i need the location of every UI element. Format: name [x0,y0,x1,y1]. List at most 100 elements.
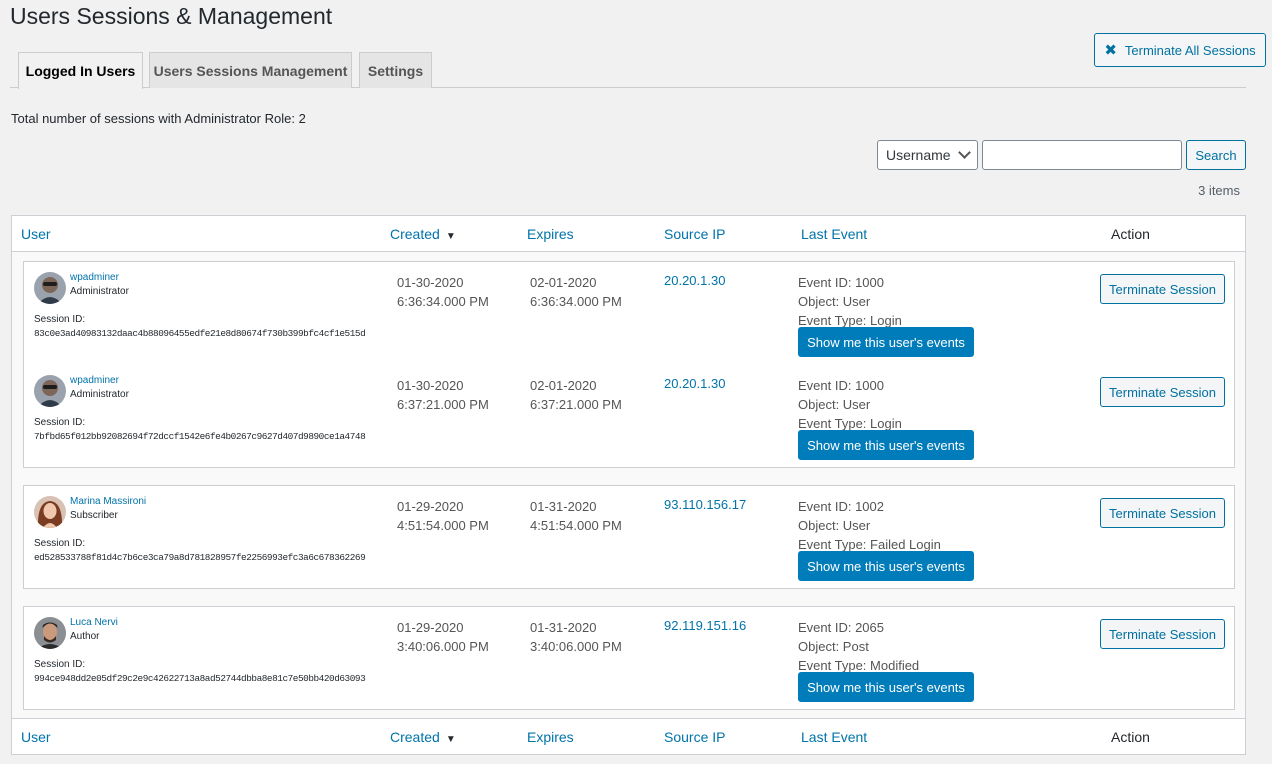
created-time: 4:51:54.000 PM [397,518,489,533]
show-user-events-button[interactable]: Show me this user's events [798,672,974,702]
summary-label: Total number of sessions with Administra… [11,111,295,126]
user-link[interactable]: wpadminer [70,272,119,283]
summary-count: 2 [298,111,306,126]
search-filter-select[interactable]: Username [877,140,978,170]
session-id: 994ce948dd2e05df29c2e9c42622713a8ad52744… [34,673,366,684]
source-ip-link[interactable]: 93.110.156.17 [664,497,746,512]
user-link[interactable]: Marina Massironi [70,496,146,507]
terminate-session-button[interactable]: Terminate Session [1100,498,1225,528]
session-summary: Total number of sessions with Administra… [11,111,306,126]
event-object: Object: User [798,397,871,412]
column-created[interactable]: Created ▼ [390,226,456,242]
user-role: Administrator [70,389,129,400]
expires-cell: 02-01-2020 6:37:21.000 PM [530,376,622,414]
expires-date: 02-01-2020 [530,275,597,290]
table-row: Luca Nervi Author Session ID: 994ce948dd… [24,607,1234,710]
sessions-table: User Created ▼ Expires Source IP Last Eve… [11,215,1246,755]
column-source-ip[interactable]: Source IP [664,226,725,242]
tab-bar: Logged In Users Users Sessions Managemen… [10,52,1246,89]
column-last-event[interactable]: Last Event [801,226,867,242]
created-cell: 01-30-2020 6:36:34.000 PM [397,273,489,311]
user-session-group: Luca Nervi Author Session ID: 994ce948dd… [23,606,1235,710]
source-ip-link[interactable]: 92.119.151.16 [664,618,746,633]
source-ip-link[interactable]: 20.20.1.30 [664,376,725,391]
show-user-events-button[interactable]: Show me this user's events [798,430,974,460]
show-user-events-button[interactable]: Show me this user's events [798,327,974,357]
event-id: Event ID: 1000 [798,378,884,393]
table-row: wpadminer Administrator Session ID: 7bfb… [24,365,1234,468]
column-action: Action [1111,729,1150,745]
user-session-group: wpadminer Administrator Session ID: 83c0… [23,261,1235,468]
column-user[interactable]: User [21,226,51,242]
expires-time: 6:36:34.000 PM [530,294,622,309]
last-event-cell: Event ID: 1000 Object: User Event Type: Lo… [798,376,902,433]
user-link[interactable]: wpadminer [70,375,119,386]
user-role: Administrator [70,286,129,297]
avatar [34,272,66,304]
column-user[interactable]: User [21,729,51,745]
session-id: 83c0e3ad40983132daac4b88096455edfe21e8d8… [34,328,366,339]
expires-time: 4:51:54.000 PM [530,518,622,533]
terminate-session-button[interactable]: Terminate Session [1100,274,1225,304]
search-button[interactable]: Search [1186,140,1246,170]
triangle-down-icon: ▼ [445,231,456,242]
column-last-event[interactable]: Last Event [801,729,867,745]
session-id-label: Session ID: [34,659,86,670]
created-cell: 01-29-2020 3:40:06.000 PM [397,618,489,656]
created-time: 3:40:06.000 PM [397,639,489,654]
last-event-cell: Event ID: 1000 Object: User Event Type: Lo… [798,273,902,330]
column-expires[interactable]: Expires [527,226,574,242]
last-event-cell: Event ID: 2065 Object: Post Event Type: Mo… [798,618,919,675]
column-created[interactable]: Created ▼ [390,729,456,745]
column-source-ip[interactable]: Source IP [664,729,725,745]
expires-date: 01-31-2020 [530,499,597,514]
expires-cell: 02-01-2020 6:36:34.000 PM [530,273,622,311]
avatar [34,496,66,528]
session-id: 7bfbd65f012bb92082694f72dccf1542e6fe4b02… [34,431,366,442]
user-link[interactable]: Luca Nervi [70,617,118,628]
terminate-session-button[interactable]: Terminate Session [1100,619,1225,649]
tab-logged-in-users[interactable]: Logged In Users [18,52,143,89]
event-id: Event ID: 2065 [798,620,884,635]
terminate-session-button[interactable]: Terminate Session [1100,377,1225,407]
session-id-label: Session ID: [34,314,86,325]
expires-cell: 01-31-2020 4:51:54.000 PM [530,497,622,535]
tab-users-sessions-management[interactable]: Users Sessions Management [149,52,352,88]
session-id: ed528533788f81d4c7b6ce3ca79a8d781828957f… [34,552,366,563]
created-date: 01-30-2020 [397,378,464,393]
event-id: Event ID: 1002 [798,499,884,514]
avatar [34,375,66,407]
table-row: Marina Massironi Subscriber Session ID: … [24,486,1234,589]
created-date: 01-30-2020 [397,275,464,290]
filter-selected-value: Username [886,147,951,163]
event-object: Object: User [798,294,871,309]
event-object: Object: User [798,518,871,533]
expires-time: 6:37:21.000 PM [530,397,622,412]
created-time: 6:36:34.000 PM [397,294,489,309]
expires-cell: 01-31-2020 3:40:06.000 PM [530,618,622,656]
column-created-label: Created [390,226,440,242]
chevron-down-icon [958,146,971,159]
created-cell: 01-30-2020 6:37:21.000 PM [397,376,489,414]
avatar [34,617,66,649]
table-row: wpadminer Administrator Session ID: 83c0… [24,262,1234,365]
created-date: 01-29-2020 [397,499,464,514]
column-expires[interactable]: Expires [527,729,574,745]
created-time: 6:37:21.000 PM [397,397,489,412]
user-role: Author [70,631,100,642]
page-title: Users Sessions & Management [10,3,333,29]
user-role: Subscriber [70,510,118,521]
expires-time: 3:40:06.000 PM [530,639,622,654]
search-input[interactable] [982,140,1182,170]
tab-settings[interactable]: Settings [359,52,432,88]
column-action: Action [1111,226,1150,242]
triangle-down-icon: ▼ [445,734,456,745]
event-object: Object: Post [798,639,869,654]
created-date: 01-29-2020 [397,620,464,635]
last-event-cell: Event ID: 1002 Object: User Event Type: Fa… [798,497,941,554]
event-id: Event ID: 1000 [798,275,884,290]
source-ip-link[interactable]: 20.20.1.30 [664,273,725,288]
show-user-events-button[interactable]: Show me this user's events [798,551,974,581]
table-footer: User Created ▼ Expires Source IP Last Eve… [12,718,1245,754]
user-session-group: Marina Massironi Subscriber Session ID: … [23,485,1235,589]
